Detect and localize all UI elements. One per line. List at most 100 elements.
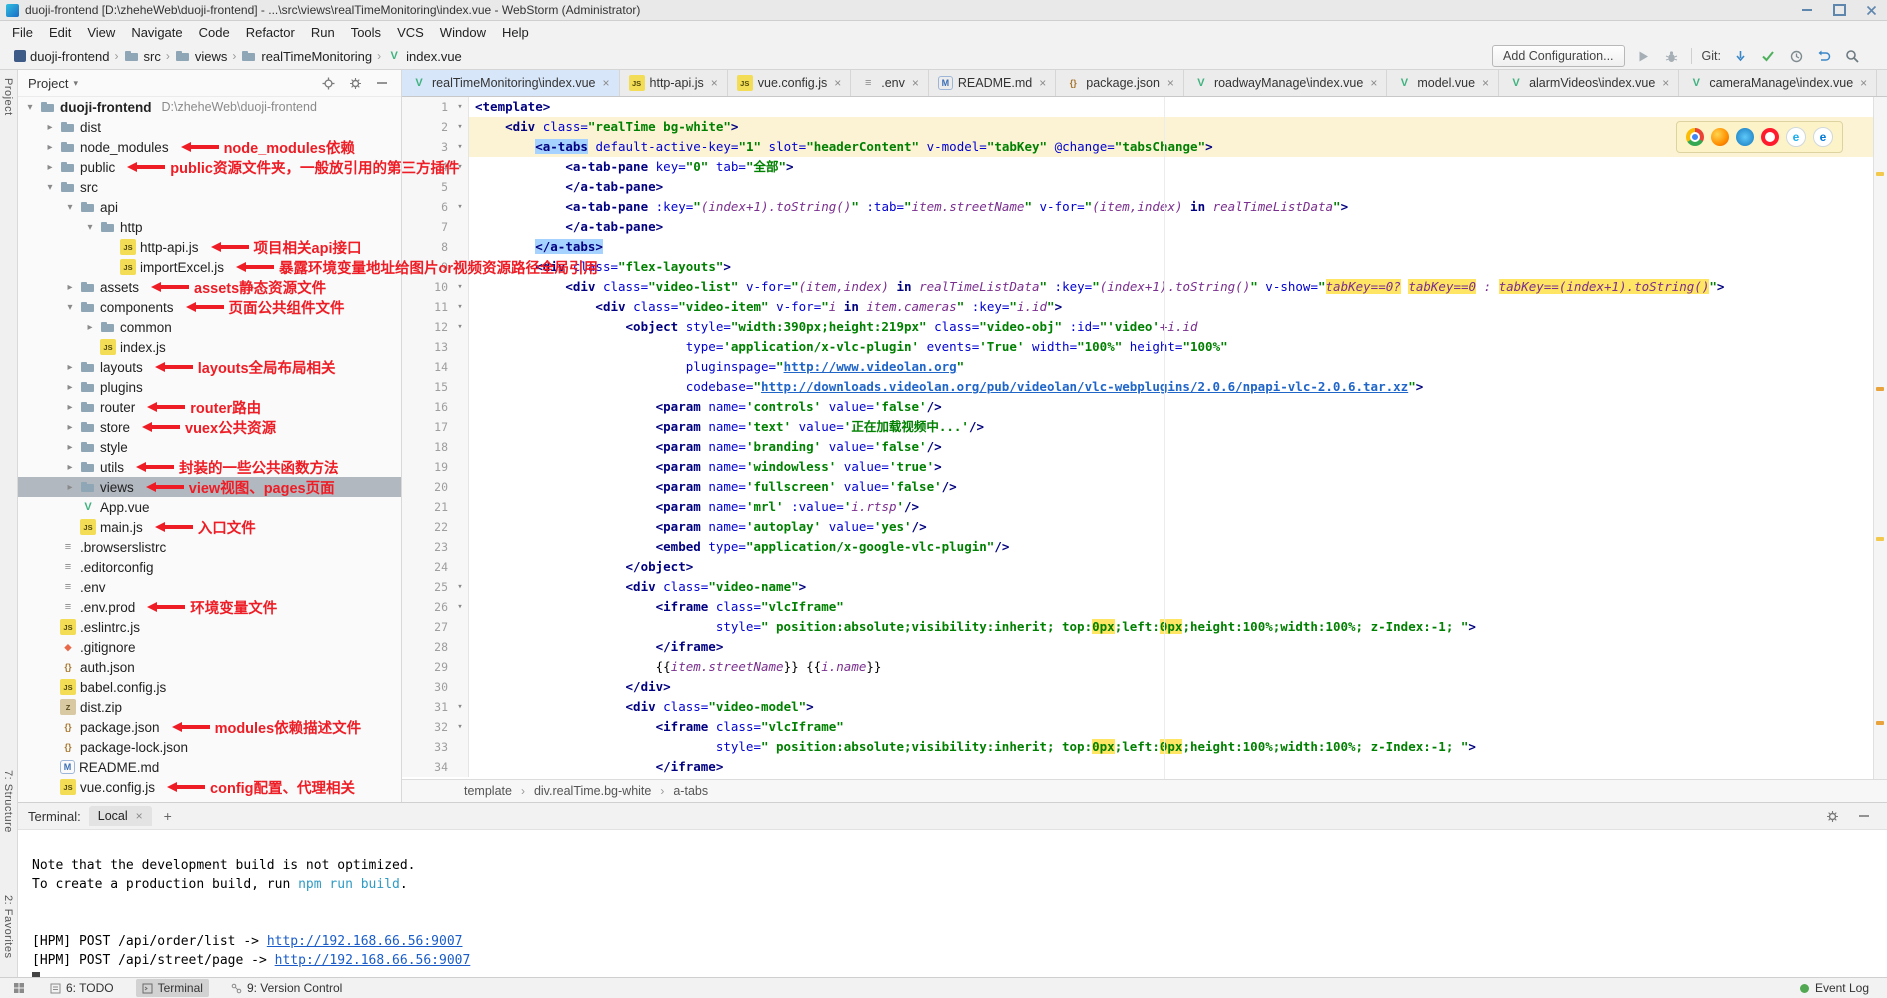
expand-arrow-icon[interactable]: ▸ bbox=[64, 382, 76, 393]
editor-tab[interactable]: VrealTimeMonitoring\index.vue× bbox=[402, 70, 620, 96]
tree-row[interactable]: ◆.gitignore bbox=[18, 637, 401, 657]
tree-row[interactable]: ▸layoutslayouts全局布局相关 bbox=[18, 357, 401, 377]
menu-refactor[interactable]: Refactor bbox=[238, 23, 303, 42]
warning-stripe-mark[interactable] bbox=[1876, 721, 1884, 725]
hide-panel-icon[interactable] bbox=[373, 74, 391, 92]
tab-close-icon[interactable]: × bbox=[1167, 76, 1174, 90]
code-line[interactable]: 17 <param name='text' value='正在加载视频中...'… bbox=[402, 417, 1887, 437]
tree-row[interactable]: {}package.jsonmodules依赖描述文件 bbox=[18, 717, 401, 737]
tree-row[interactable]: ≡.editorconfig bbox=[18, 557, 401, 577]
editor[interactable]: 1▾<template>2▾ <div class="realTime bg-w… bbox=[402, 97, 1887, 779]
tree-row[interactable]: ▾duoji-frontendD:\zheheWeb\duoji-fronten… bbox=[18, 97, 401, 117]
menu-navigate[interactable]: Navigate bbox=[123, 23, 190, 42]
terminal-settings-gear-icon[interactable] bbox=[1823, 807, 1841, 825]
new-terminal-icon[interactable]: + bbox=[160, 808, 176, 824]
code-line[interactable]: 5 </a-tab-pane> bbox=[402, 177, 1887, 197]
terminal-link[interactable]: http://192.168.66.56:9007 bbox=[267, 934, 463, 949]
firefox-icon[interactable] bbox=[1711, 128, 1729, 146]
tree-row[interactable]: Zdist.zip bbox=[18, 697, 401, 717]
expand-arrow-icon[interactable]: ▾ bbox=[64, 202, 76, 213]
code-line[interactable]: 3▾ <a-tabs default-active-key="1" slot="… bbox=[402, 137, 1887, 157]
breadcrumb-item[interactable]: realTimeMonitoring bbox=[261, 49, 372, 64]
code-line[interactable]: 16 <param name='controls' value='false'/… bbox=[402, 397, 1887, 417]
menu-run[interactable]: Run bbox=[303, 23, 343, 42]
menu-file[interactable]: File bbox=[4, 23, 41, 42]
expand-arrow-icon[interactable]: ▸ bbox=[64, 402, 76, 413]
tree-row[interactable]: ▸common bbox=[18, 317, 401, 337]
fold-icon[interactable]: ▾ bbox=[452, 137, 469, 157]
code-line[interactable]: 20 <param name='fullscreen' value='false… bbox=[402, 477, 1887, 497]
expand-arrow-icon[interactable]: ▾ bbox=[44, 182, 56, 193]
tree-row[interactable]: {}auth.json bbox=[18, 657, 401, 677]
expand-arrow-icon[interactable]: ▸ bbox=[44, 162, 56, 173]
code-line[interactable]: 29 {{item.streetName}} {{i.name}} bbox=[402, 657, 1887, 677]
fold-icon[interactable]: ▾ bbox=[452, 697, 469, 717]
code-line[interactable]: 7 </a-tab-pane> bbox=[402, 217, 1887, 237]
search-icon[interactable] bbox=[1843, 47, 1861, 65]
opera-icon[interactable] bbox=[1761, 128, 1779, 146]
tree-row[interactable]: JSimportExcel.js暴露环境变量地址给图片or视频资源路径全局引用 bbox=[18, 257, 401, 277]
expand-arrow-icon[interactable]: ▸ bbox=[64, 462, 76, 473]
editor-tab[interactable]: JShttp-api.js× bbox=[620, 70, 728, 96]
tree-row[interactable]: ▸routerrouter路由 bbox=[18, 397, 401, 417]
fold-icon[interactable]: ▾ bbox=[452, 597, 469, 617]
menu-window[interactable]: Window bbox=[432, 23, 494, 42]
tree-row[interactable]: ≡.env bbox=[18, 577, 401, 597]
editor-tab[interactable]: Vmodel.vue× bbox=[1387, 70, 1499, 96]
code-line[interactable]: 11▾ <div class="video-item" v-for="i in … bbox=[402, 297, 1887, 317]
warning-stripe-mark[interactable] bbox=[1876, 172, 1884, 176]
gear-icon[interactable] bbox=[346, 74, 364, 92]
expand-arrow-icon[interactable]: ▸ bbox=[64, 282, 76, 293]
tree-row[interactable]: MREADME.md bbox=[18, 757, 401, 777]
version-control-toolwindow-button[interactable]: 9: Version Control bbox=[225, 979, 348, 997]
event-log-button[interactable]: Event Log bbox=[1800, 981, 1877, 995]
expand-arrow-icon[interactable]: ▸ bbox=[44, 122, 56, 133]
breadcrumb-item[interactable]: index.vue bbox=[406, 49, 462, 64]
locate-file-icon[interactable] bbox=[319, 74, 337, 92]
editor-breadcrumb-item[interactable]: template bbox=[462, 784, 514, 798]
breadcrumb-item[interactable]: views bbox=[195, 49, 228, 64]
editor-tab[interactable]: ValarmVideos\index.vue× bbox=[1499, 70, 1679, 96]
code-line[interactable]: 4▾ <a-tab-pane key="0" tab="全部"> bbox=[402, 157, 1887, 177]
chevron-down-icon[interactable]: ▾ bbox=[73, 78, 78, 89]
tab-close-icon[interactable]: × bbox=[1662, 76, 1669, 90]
tool-stripe-favorites[interactable]: 2: Favorites bbox=[2, 895, 14, 958]
tree-row[interactable]: ▸node_modulesnode_modules依赖 bbox=[18, 137, 401, 157]
breadcrumb-item[interactable]: duoji-frontend bbox=[30, 49, 110, 64]
chrome-icon[interactable] bbox=[1686, 128, 1704, 146]
close-icon[interactable] bbox=[1855, 1, 1887, 20]
tab-close-icon[interactable]: × bbox=[1860, 76, 1867, 90]
code-line[interactable]: 34 </iframe> bbox=[402, 757, 1887, 777]
code-line[interactable]: 14 pluginspage="http://www.videolan.org" bbox=[402, 357, 1887, 377]
close-icon[interactable]: × bbox=[136, 809, 143, 823]
tool-window-switcher-icon[interactable] bbox=[10, 979, 28, 997]
code-line[interactable]: 22 <param name='autoplay' value='yes'/> bbox=[402, 517, 1887, 537]
code-line[interactable]: 26▾ <iframe class="vlcIframe" bbox=[402, 597, 1887, 617]
editor-breadcrumb-item[interactable]: a-tabs bbox=[671, 784, 710, 798]
tree-row[interactable]: ▸storevuex公共资源 bbox=[18, 417, 401, 437]
terminal-tab-local[interactable]: Local × bbox=[89, 806, 152, 826]
expand-arrow-icon[interactable]: ▾ bbox=[64, 302, 76, 313]
tree-row[interactable]: ▾http bbox=[18, 217, 401, 237]
warning-stripe-mark[interactable] bbox=[1876, 537, 1884, 541]
code-line[interactable]: 6▾ <a-tab-pane :key="(index+1).toString(… bbox=[402, 197, 1887, 217]
code-line[interactable]: 13 type='application/x-vlc-plugin' event… bbox=[402, 337, 1887, 357]
tree-row[interactable]: ▾src bbox=[18, 177, 401, 197]
editor-tab[interactable]: JSvue.config.js× bbox=[728, 70, 852, 96]
terminal-output[interactable]: Note that the development build is not o… bbox=[18, 830, 1887, 977]
debug-bug-icon[interactable] bbox=[1663, 47, 1681, 65]
edge-icon[interactable]: e bbox=[1813, 127, 1833, 147]
tab-close-icon[interactable]: × bbox=[1370, 76, 1377, 90]
code-line[interactable]: 30 </div> bbox=[402, 677, 1887, 697]
fold-icon[interactable]: ▾ bbox=[452, 717, 469, 737]
project-panel-title[interactable]: Project bbox=[28, 76, 68, 91]
code-line[interactable]: 23 <embed type="application/x-google-vlc… bbox=[402, 537, 1887, 557]
tree-row[interactable]: ≡.browserslistrc bbox=[18, 537, 401, 557]
tree-row[interactable]: VApp.vue bbox=[18, 497, 401, 517]
code-line[interactable]: 25▾ <div class="video-name"> bbox=[402, 577, 1887, 597]
tab-close-icon[interactable]: × bbox=[912, 76, 919, 90]
fold-icon[interactable]: ▾ bbox=[452, 297, 469, 317]
minimize-icon[interactable] bbox=[1791, 1, 1823, 20]
tab-close-icon[interactable]: × bbox=[834, 76, 841, 90]
ie-icon[interactable]: e bbox=[1786, 127, 1806, 147]
